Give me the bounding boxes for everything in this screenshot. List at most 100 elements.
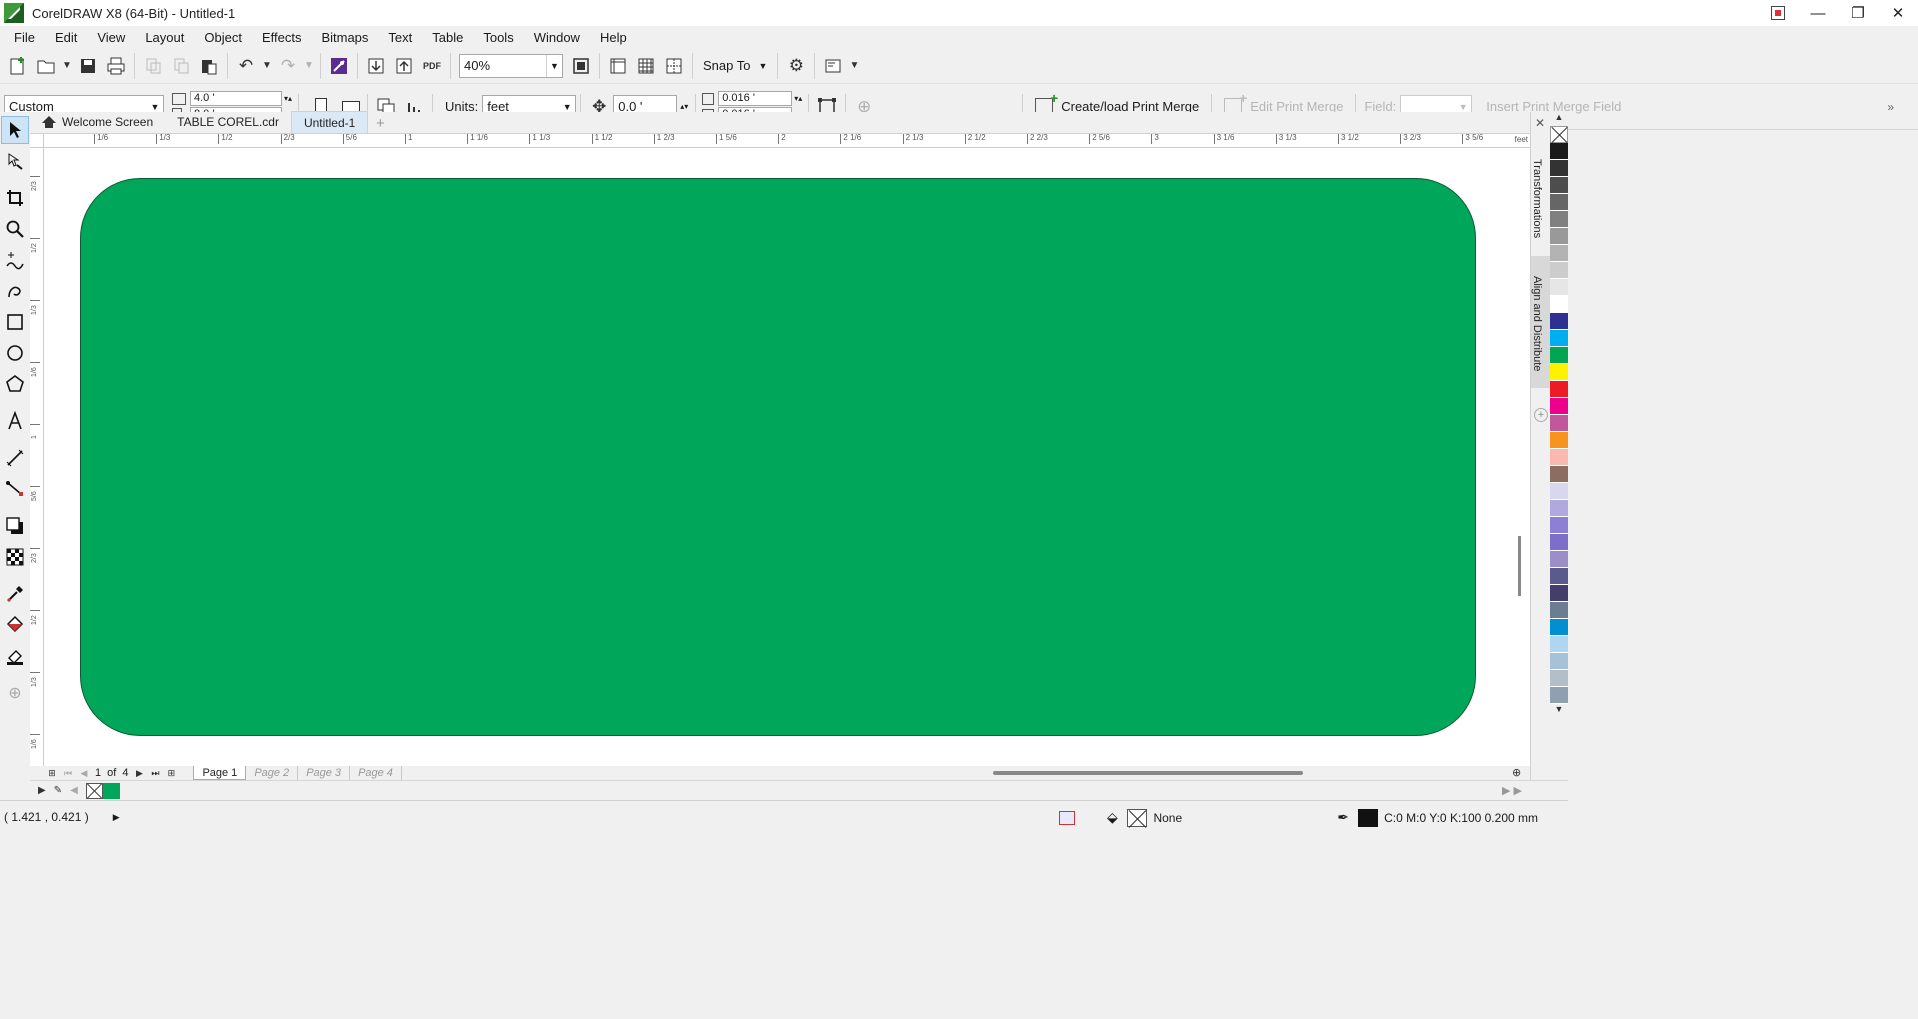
eyedropper-tool[interactable] [1, 580, 29, 608]
palette-right-icon[interactable]: ▶ ▶ [1502, 784, 1522, 797]
status-menu-icon[interactable]: ▶ [113, 812, 120, 823]
spin-arrows-icon[interactable]: ▾▴ [282, 94, 294, 103]
tab-untitled-1[interactable]: Untitled-1 [290, 111, 369, 133]
open-dropdown[interactable]: ▼ [60, 52, 74, 80]
color-swatch[interactable] [1550, 432, 1568, 449]
page-tab-3[interactable]: Page 3 [298, 766, 351, 780]
crop-tool[interactable] [1, 184, 29, 212]
color-swatch[interactable] [1550, 551, 1568, 568]
drawing-canvas[interactable] [44, 148, 1530, 766]
previous-page-button[interactable]: ◀ [78, 767, 90, 779]
spin-arrows-icon[interactable]: ▾▴ [792, 94, 804, 103]
new-tab-button[interactable]: + [370, 113, 390, 133]
fill-none-swatch[interactable] [1127, 808, 1148, 827]
add-page-after-button[interactable]: ⊞ [165, 767, 177, 779]
snap-to-button[interactable]: Snap To ▼ [697, 52, 773, 80]
close-button[interactable]: ✕ [1878, 0, 1918, 26]
show-guidelines-button[interactable] [660, 52, 688, 80]
first-page-button[interactable]: ⏮ [62, 767, 74, 779]
ellipse-tool[interactable] [1, 339, 29, 367]
color-swatch[interactable] [1550, 364, 1568, 381]
color-swatch[interactable] [1550, 517, 1568, 534]
new-document-button[interactable] [4, 52, 32, 80]
drop-shadow-tool[interactable] [1, 512, 29, 540]
close-icon[interactable]: ✕ [1535, 116, 1545, 130]
eyedropper-small-icon[interactable]: ✎ [54, 785, 62, 796]
palette-scroll-down-icon[interactable]: ▼ [1550, 704, 1568, 718]
docker-tab-transformations[interactable]: Transformations [1531, 138, 1551, 256]
color-swatch[interactable] [1550, 245, 1568, 262]
color-swatch[interactable] [1550, 585, 1568, 602]
redo-dropdown[interactable]: ▼ [302, 52, 316, 80]
duplicate-x-field[interactable]: 0.016 ' [718, 91, 793, 106]
menu-window[interactable]: Window [524, 30, 590, 45]
palette-left-icon[interactable]: ◀ [70, 785, 78, 796]
color-swatch[interactable] [1550, 415, 1568, 432]
color-swatch[interactable] [1550, 143, 1568, 160]
menu-file[interactable]: File [4, 30, 45, 45]
color-swatch[interactable] [1550, 670, 1568, 687]
customize-toolbox-button[interactable]: ⊕ [1, 679, 29, 707]
copy-button[interactable] [167, 52, 195, 80]
tab-welcome-screen[interactable]: Welcome Screen [30, 111, 165, 133]
menu-text[interactable]: Text [378, 30, 422, 45]
menu-edit[interactable]: Edit [45, 30, 87, 45]
color-swatch[interactable] [1550, 653, 1568, 670]
color-swatch[interactable] [1550, 534, 1568, 551]
color-swatch[interactable] [1550, 687, 1568, 704]
color-swatch[interactable] [1550, 602, 1568, 619]
help-window-button[interactable] [1758, 0, 1798, 26]
menu-object[interactable]: Object [194, 30, 252, 45]
document-color-swatch[interactable] [102, 782, 120, 799]
show-rulers-button[interactable] [604, 52, 632, 80]
spin-arrows-icon[interactable]: ▴▾ [677, 102, 691, 111]
page-tab-2[interactable]: Page 2 [246, 766, 299, 780]
outline-color-swatch[interactable] [1358, 808, 1379, 827]
chevron-down-icon[interactable]: ▼ [546, 54, 562, 77]
shape-tool[interactable] [1, 147, 29, 175]
cut-button[interactable] [139, 52, 167, 80]
color-swatch[interactable] [1550, 296, 1568, 313]
text-tool[interactable] [1, 407, 29, 435]
color-swatch[interactable] [1550, 279, 1568, 296]
pick-tool[interactable] [1, 116, 29, 144]
color-swatch[interactable] [1550, 466, 1568, 483]
next-page-button[interactable]: ▶ [133, 767, 145, 779]
options-button[interactable]: ⚙ [782, 52, 810, 80]
palette-menu-icon[interactable]: ▶ [38, 785, 46, 796]
add-page-before-button[interactable]: ⊞ [46, 767, 58, 779]
color-swatch[interactable] [1550, 568, 1568, 585]
import-button[interactable] [362, 52, 390, 80]
print-button[interactable] [102, 52, 130, 80]
menu-table[interactable]: Table [422, 30, 473, 45]
polygon-tool[interactable] [1, 370, 29, 398]
publish-pdf-button[interactable]: PDF [418, 52, 446, 80]
vertical-scrollbar-thumb[interactable] [1518, 536, 1521, 596]
page-width-field[interactable]: 4.0 ' [190, 91, 282, 106]
color-swatch[interactable] [1550, 381, 1568, 398]
no-color-swatch[interactable] [85, 782, 103, 799]
horizontal-scrollbar-thumb[interactable] [993, 771, 1303, 775]
parallel-dimension-tool[interactable] [1, 444, 29, 472]
add-docker-button[interactable]: + [1534, 408, 1548, 422]
smart-drawing-tool[interactable] [1, 277, 29, 305]
tab-table-corel[interactable]: TABLE COREL.cdr [165, 111, 291, 133]
color-swatch[interactable] [1550, 483, 1568, 500]
export-button[interactable] [390, 52, 418, 80]
menu-tools[interactable]: Tools [473, 30, 523, 45]
save-button[interactable] [74, 52, 102, 80]
color-swatch[interactable] [1550, 330, 1568, 347]
palette-scroll-up-icon[interactable]: ▲ [1550, 112, 1568, 126]
color-swatch[interactable] [1550, 500, 1568, 517]
color-swatch[interactable] [1550, 636, 1568, 653]
menu-layout[interactable]: Layout [135, 30, 194, 45]
zoom-level-combo[interactable]: 40% ▼ [459, 53, 563, 78]
ruler-origin[interactable] [30, 134, 44, 148]
show-grid-button[interactable] [632, 52, 660, 80]
rounded-rectangle-shape[interactable] [80, 178, 1476, 736]
horizontal-ruler[interactable]: feet 1/6 1/3 1/2 2/3 5/6 1 1 1/6 1 1/3 1 1/2 1 2/… [44, 134, 1530, 148]
maximize-button[interactable]: ❐ [1838, 0, 1878, 26]
transparency-tool[interactable] [1, 543, 29, 571]
color-swatch[interactable] [1550, 262, 1568, 279]
interactive-fill-tool[interactable] [1, 611, 29, 639]
